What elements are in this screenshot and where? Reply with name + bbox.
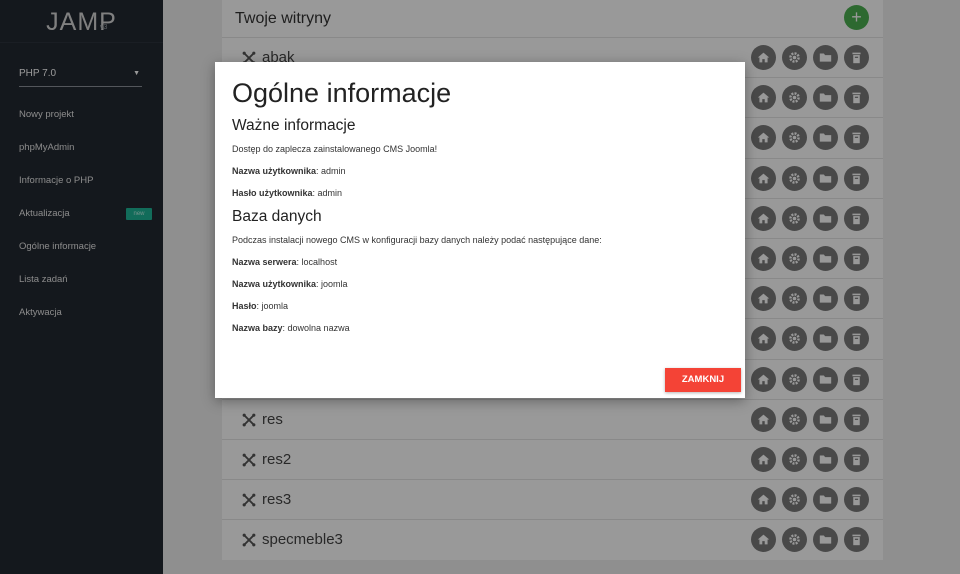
server-label: Nazwa serwera: [232, 257, 297, 267]
db-name-value: : dowolna nazwa: [282, 323, 350, 333]
db-user-info: Nazwa użytkownika: joomla: [232, 279, 348, 289]
pass-value: : admin: [312, 188, 343, 198]
db-pass-info: Hasło: joomla: [232, 301, 288, 311]
user-label: Nazwa użytkownika: [232, 166, 317, 176]
section-important-heading: Ważne informacje: [232, 117, 356, 134]
pass-info: Hasło użytkownika: admin: [232, 188, 342, 198]
db-name-info: Nazwa bazy: dowolna nazwa: [232, 323, 350, 333]
pass-label: Hasło użytkownika: [232, 188, 313, 198]
db-user-label: Nazwa użytkownika: [232, 279, 317, 289]
server-value: : localhost: [296, 257, 338, 267]
db-user-value: : joomla: [316, 279, 348, 289]
db-pass-value: : joomla: [256, 301, 289, 311]
general-info-modal: Ogólne informacje Ważne informacje Dostę…: [215, 62, 745, 398]
user-value: : admin: [316, 166, 346, 176]
modal-title: Ogólne informacje: [232, 78, 452, 108]
db-intro-text: Podczas instalacji nowego CMS w konfigur…: [232, 235, 602, 245]
user-info: Nazwa użytkownika: admin: [232, 166, 346, 176]
db-server-info: Nazwa serwera: localhost: [232, 257, 337, 267]
db-name-label: Nazwa bazy: [232, 323, 283, 333]
close-button[interactable]: ZAMKNIJ: [665, 368, 741, 392]
section-database-heading: Baza danych: [232, 208, 322, 225]
intro-text: Dostęp do zaplecza zainstalowanego CMS J…: [232, 144, 438, 154]
db-pass-label: Hasło: [232, 301, 257, 311]
